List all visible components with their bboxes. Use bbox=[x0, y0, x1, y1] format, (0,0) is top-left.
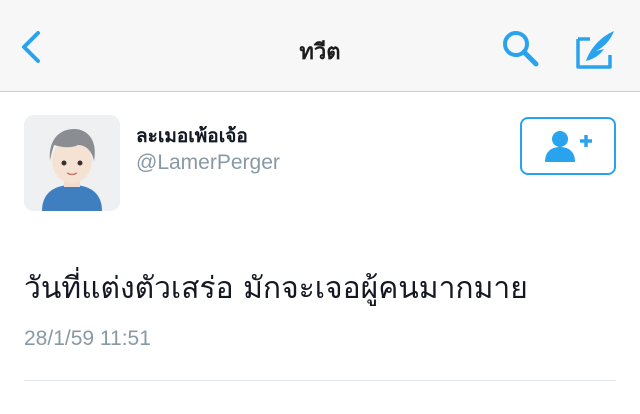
follow-button[interactable] bbox=[520, 117, 616, 175]
divider bbox=[24, 380, 616, 381]
username[interactable]: @LamerPerger bbox=[136, 151, 280, 175]
avatar[interactable] bbox=[24, 115, 120, 211]
search-button[interactable] bbox=[500, 28, 540, 68]
navigation-bar: ทวีต bbox=[0, 0, 640, 92]
tweet-text: วันที่แต่งตัวเสร่อ มักจะเจอผู้คนมากมาย bbox=[24, 271, 528, 306]
tweet-card: ละเมอเพ้อเจ้อ @LamerPerger วันที่แต่งตัว… bbox=[0, 93, 640, 414]
tweet-timestamp: 28/1/59 11:51 bbox=[24, 327, 151, 350]
page-title: ทวีต bbox=[299, 40, 341, 65]
search-icon bbox=[503, 31, 539, 67]
compose-button[interactable] bbox=[574, 27, 618, 71]
compose-icon bbox=[576, 31, 614, 69]
add-user-icon bbox=[545, 131, 592, 162]
avatar-image bbox=[24, 115, 120, 211]
display-name[interactable]: ละเมอเพ้อเจ้อ bbox=[136, 121, 248, 151]
